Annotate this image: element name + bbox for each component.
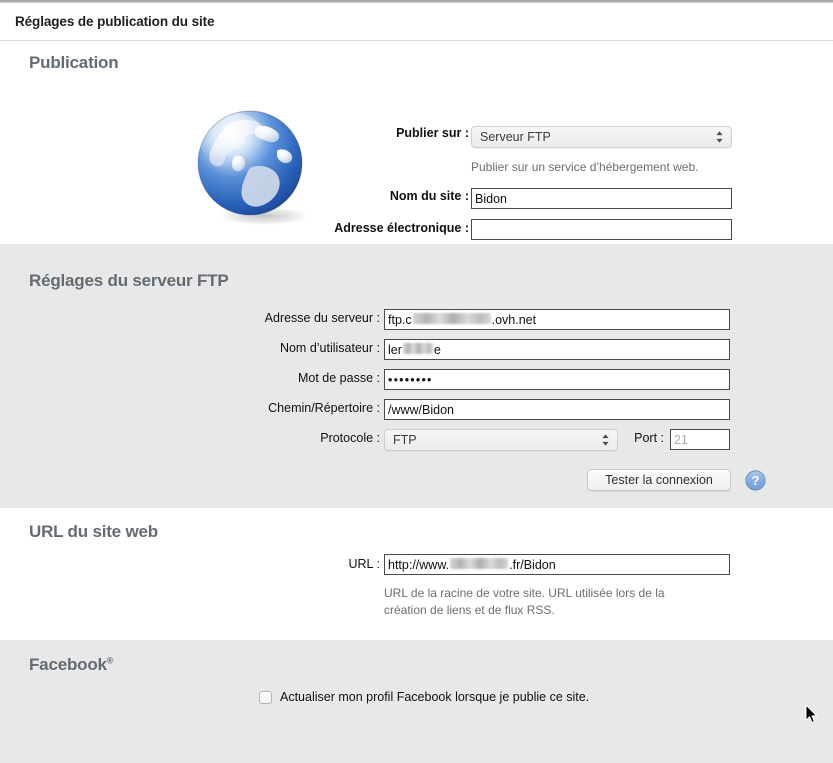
protocol-label: Protocole : xyxy=(320,431,380,445)
facebook-section-title: Facebook® xyxy=(29,655,113,675)
facebook-section-label: Facebook xyxy=(29,655,107,674)
facebook-section: Facebook® Actualiser mon profil Facebook… xyxy=(0,640,833,763)
password-input[interactable]: •••••••• xyxy=(384,369,730,390)
username-prefix: ler xyxy=(388,342,402,357)
server-address-label: Adresse du serveur : xyxy=(264,311,380,325)
port-input[interactable]: 21 xyxy=(670,429,730,450)
server-address-prefix: ftp.c xyxy=(388,312,412,327)
publish-hint: Publier sur un service d’hébergement web… xyxy=(471,160,699,174)
port-placeholder: 21 xyxy=(674,432,688,447)
path-row: Chemin/Répertoire : xyxy=(252,401,380,415)
page-title: Réglages de publication du site xyxy=(15,14,215,29)
titlebar: Réglages de publication du site xyxy=(0,3,833,41)
url-section: URL du site web URL : http://www. .fr/Bid… xyxy=(0,508,833,640)
port-label: Port : xyxy=(634,431,664,445)
site-name-value: Bidon xyxy=(475,191,507,206)
facebook-update-checkbox-row[interactable]: Actualiser mon profil Facebook lorsque j… xyxy=(259,690,589,704)
publication-section: Publication Publier sur: Serveur FTP Pu… xyxy=(0,41,833,244)
protocol-value: FTP xyxy=(393,433,417,447)
url-label: URL : xyxy=(348,557,381,571)
facebook-update-label: Actualiser mon profil Facebook lorsque j… xyxy=(280,690,590,704)
site-name-row: Nom du site : xyxy=(386,189,469,203)
username-suffix: e xyxy=(433,342,441,357)
url-section-title: URL du site web xyxy=(29,522,158,541)
password-row: Mot de passe : xyxy=(252,371,380,385)
chevron-up-down-icon xyxy=(715,130,724,144)
path-input[interactable]: /www/Bidon xyxy=(384,399,730,420)
password-value: •••••••• xyxy=(388,372,433,387)
url-redaction xyxy=(450,558,509,569)
publication-section-title: Publication xyxy=(29,53,119,72)
test-connection-button[interactable]: Tester la connexion xyxy=(587,469,731,491)
path-value: /www/Bidon xyxy=(388,402,454,417)
server-address-redaction xyxy=(412,313,491,324)
path-label: Chemin/Répertoire : xyxy=(268,401,380,415)
url-hint-line1: URL de la racine de votre site. URL util… xyxy=(384,586,665,600)
publish-to-label: Publier sur : xyxy=(396,126,469,140)
help-button[interactable]: ? xyxy=(745,470,766,491)
svg-text:?: ? xyxy=(752,473,760,488)
facebook-update-checkbox[interactable] xyxy=(259,690,272,704)
email-input[interactable] xyxy=(471,219,732,240)
registered-mark-icon: ® xyxy=(106,655,114,666)
email-label: Adresse électronique : xyxy=(334,221,469,235)
protocol-row: Protocole : xyxy=(252,431,380,445)
password-label: Mot de passe : xyxy=(298,371,380,385)
mouse-cursor xyxy=(805,704,818,724)
ftp-section-title: Réglages du serveur FTP xyxy=(29,271,229,290)
url-suffix: .fr/Bidon xyxy=(509,557,556,572)
username-label: Nom d’utilisateur : xyxy=(279,341,380,355)
username-input[interactable]: ler e xyxy=(384,339,730,360)
publish-to-select[interactable]: Serveur FTP xyxy=(471,126,732,148)
test-connection-label: Tester la connexion xyxy=(605,473,713,487)
username-redaction xyxy=(402,343,433,354)
url-input[interactable]: http://www. .fr/Bidon xyxy=(384,554,730,575)
server-address-row: Adresse du serveur : xyxy=(252,311,380,325)
url-row: URL : xyxy=(330,557,381,571)
publish-to-value: Serveur FTP xyxy=(480,130,551,144)
url-hint-line2: création de liens et de flux RSS. xyxy=(384,603,555,617)
username-row: Nom d’utilisateur : xyxy=(252,341,380,355)
publish-to-row: Publier sur : xyxy=(386,126,469,140)
globe-icon xyxy=(188,108,328,235)
server-address-input[interactable]: ftp.c .ovh.net xyxy=(384,309,730,330)
port-row: Port : xyxy=(626,431,664,445)
site-name-input[interactable]: Bidon xyxy=(471,188,732,209)
server-address-suffix: .ovh.net xyxy=(491,312,537,327)
chevron-up-down-icon xyxy=(601,433,610,447)
url-prefix: http://www. xyxy=(388,557,450,572)
ftp-section: Réglages du serveur FTP Adresse du serve… xyxy=(0,244,833,508)
email-row: Adresse électronique : xyxy=(316,221,469,235)
site-name-label: Nom du site : xyxy=(389,189,469,203)
protocol-select[interactable]: FTP xyxy=(384,429,618,451)
